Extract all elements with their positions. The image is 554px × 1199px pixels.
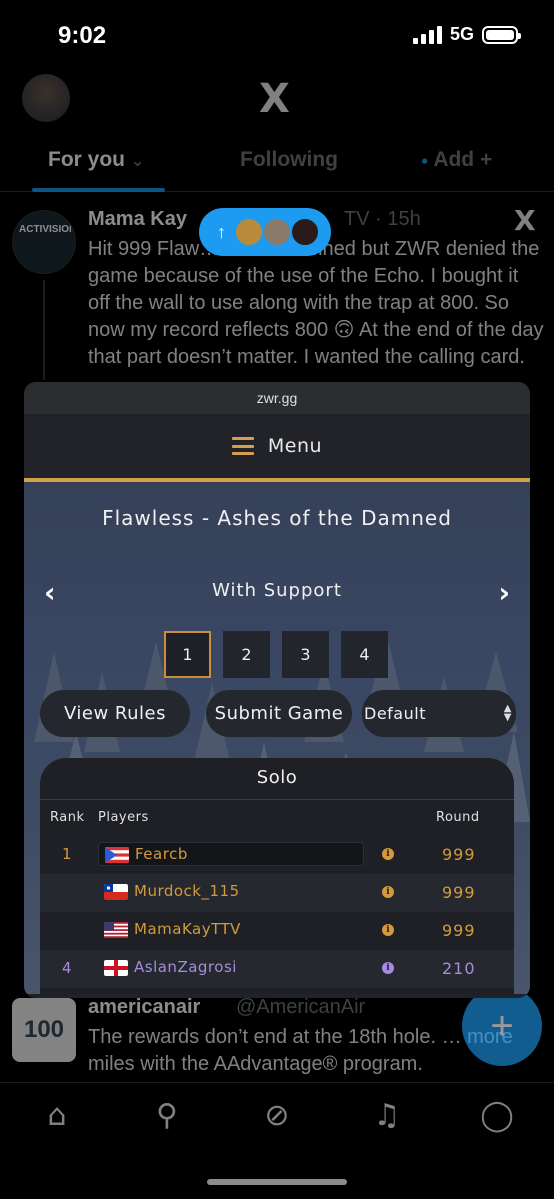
puerto-rico-flag-icon (105, 847, 129, 863)
info-icon[interactable]: i (382, 962, 394, 974)
page-button-3[interactable]: 3 (282, 631, 329, 678)
round-cell: 999 (442, 883, 476, 902)
player-cell[interactable]: Murdock_115 (98, 880, 364, 904)
round-cell: 999 (442, 845, 476, 864)
tab-add[interactable]: ● Add + (421, 148, 492, 172)
home-indicator (207, 1179, 347, 1185)
leaderboard-content: Flawless - Ashes of the Damned ‹ With Su… (24, 482, 530, 994)
player-name[interactable]: AslanZagrosi (134, 958, 237, 976)
chile-flag-icon (104, 884, 128, 900)
submit-game-button[interactable]: Submit Game (206, 690, 352, 737)
player-name[interactable]: MamaKayTTV (134, 920, 241, 938)
tab-following[interactable]: Following (240, 148, 338, 172)
select-arrows-icon: ▲ ▼ (503, 703, 512, 723)
compose-button[interactable]: + (462, 986, 542, 1066)
messages-icon[interactable]: ◯ (480, 1099, 514, 1133)
rank-cell: 4 (62, 959, 72, 977)
header-players: Players (98, 810, 149, 825)
leaderboard-table: Solo Rank Players Round 1 Fearcb i 999 M… (40, 758, 514, 994)
header-rank: Rank (50, 810, 85, 825)
page-title: Flawless - Ashes of the Damned (102, 506, 452, 530)
dot-icon: ● (421, 153, 429, 168)
notifications-icon[interactable]: ♫ (370, 1099, 404, 1133)
post-avatar[interactable]: ACTIVISION (12, 210, 76, 274)
player-cell[interactable]: Fearcb (98, 842, 364, 866)
x-logo-icon: X (259, 76, 290, 122)
grok-x-icon[interactable]: X (514, 204, 536, 237)
player-cell[interactable]: MamaKayTTV (98, 918, 364, 942)
bottom-nav: ⌂ ⚲ ⊘ ♫ ◯ (0, 1082, 554, 1152)
grok-icon[interactable]: ⊘ (260, 1099, 294, 1133)
page-button-4[interactable]: 4 (341, 631, 388, 678)
page-button-1[interactable]: 1 (164, 631, 211, 678)
england-flag-icon (104, 960, 128, 976)
header-round: Round (436, 810, 480, 825)
chevron-right-icon[interactable]: › (498, 578, 510, 608)
post-text[interactable]: Hit 999 Flaw… of the Damned but ZWR deni… (88, 236, 544, 371)
page-button-2[interactable]: 2 (223, 631, 270, 678)
view-rules-button[interactable]: View Rules (40, 690, 190, 737)
hamburger-icon[interactable] (231, 437, 254, 455)
table-row[interactable]: MamaKayTTV i 999 (40, 912, 514, 950)
usa-flag-icon (104, 922, 128, 938)
player-name[interactable]: Murdock_115 (134, 882, 240, 900)
player-cell[interactable]: AslanZagrosi (98, 956, 364, 980)
action-buttons: View Rules Submit Game Default ▲ ▼ (40, 690, 516, 738)
info-icon[interactable]: i (382, 848, 394, 860)
table-row[interactable]: 4 AslanZagrosi i 210 (40, 950, 514, 988)
player-count-pager: 1 2 3 4 (164, 631, 388, 678)
ad-handle: @AmericanAir (236, 996, 366, 1018)
active-tab-indicator (32, 188, 165, 192)
rank-cell: 1 (62, 845, 72, 863)
sort-select-value: Default (364, 704, 426, 723)
player-name[interactable]: Fearcb (135, 845, 188, 863)
arrow-up-icon: ↑ (217, 221, 226, 242)
menu-label[interactable]: Menu (268, 435, 322, 457)
support-label: With Support (212, 580, 342, 601)
ad-avatar[interactable]: 100 (12, 998, 76, 1062)
plus-icon: + (479, 148, 493, 171)
menu-bar[interactable]: Menu (24, 414, 530, 482)
table-row[interactable]: Murdock_115 i 999 (40, 874, 514, 912)
post-author[interactable]: Mama Kay (88, 208, 187, 231)
search-icon[interactable]: ⚲ (150, 1099, 184, 1133)
chevron-down-icon: ⌄ (130, 153, 145, 170)
zwr-webview: zwr.gg Menu Flawless - Ashes of the Damn… (24, 382, 530, 998)
pill-avatar (262, 217, 292, 247)
profile-avatar[interactable] (22, 74, 70, 122)
table-row[interactable]: 1 Fearcb i 999 (40, 836, 514, 874)
new-posts-pill[interactable]: ↑ (199, 208, 331, 256)
info-icon[interactable]: i (382, 924, 394, 936)
pill-avatar (290, 217, 320, 247)
pill-avatar (234, 217, 264, 247)
round-cell: 999 (442, 921, 476, 940)
post-handle-time: TV · 15h (344, 208, 421, 230)
ad-author[interactable]: americanair (88, 996, 200, 1019)
home-icon[interactable]: ⌂ (40, 1099, 74, 1133)
feed-tabs: For you ⌄ Following ● Add + (0, 140, 554, 192)
info-icon[interactable]: i (382, 886, 394, 898)
table-title: Solo (40, 758, 514, 800)
support-selector: ‹ With Support › (24, 578, 530, 608)
round-cell: 210 (442, 959, 476, 978)
tab-for-you[interactable]: For you ⌄ (48, 148, 144, 172)
thread-line (43, 280, 45, 380)
url-bar[interactable]: zwr.gg (24, 382, 530, 414)
sort-select[interactable]: Default ▲ ▼ (362, 690, 516, 737)
